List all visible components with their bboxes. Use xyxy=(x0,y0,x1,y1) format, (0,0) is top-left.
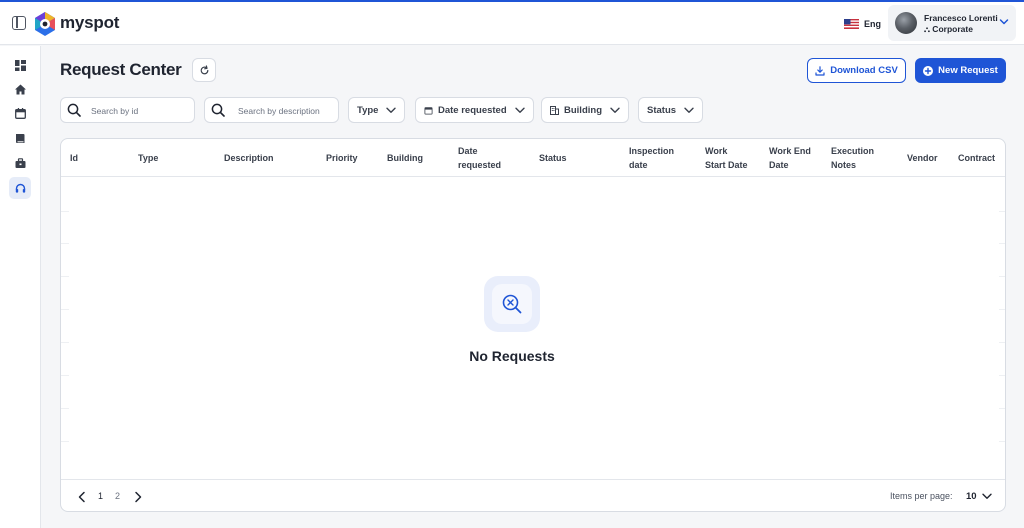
page-number-1[interactable]: 1 xyxy=(98,491,103,501)
search-icon xyxy=(67,103,81,117)
search-id-input[interactable] xyxy=(91,104,191,118)
column-header-work-end-date[interactable]: Work End Date xyxy=(769,144,811,172)
chevron-right-icon[interactable] xyxy=(133,491,143,503)
refresh-icon xyxy=(200,64,208,74)
myspot-logo-icon xyxy=(35,12,55,36)
page-number-2[interactable]: 2 xyxy=(115,491,120,501)
brand-name: myspot xyxy=(60,13,120,32)
column-header-status[interactable]: Status xyxy=(539,151,567,165)
items-per-page-label: Items per page: xyxy=(890,491,953,501)
empty-state-icon xyxy=(484,276,540,332)
download-csv-label: Download CSV xyxy=(830,65,898,76)
building-filter[interactable]: Building xyxy=(541,97,629,123)
column-header-building[interactable]: Building xyxy=(387,151,423,165)
book-icon xyxy=(15,133,24,143)
type-filter[interactable]: Type xyxy=(348,97,406,123)
status-filter[interactable]: Status xyxy=(638,97,704,123)
home-icon xyxy=(14,84,26,94)
user-menu[interactable]: Francesco Lorenti ⛬ Corporate xyxy=(888,5,1016,41)
chevron-down-icon xyxy=(999,19,1009,25)
empty-state-message: No Requests xyxy=(469,348,555,364)
chevron-down-icon xyxy=(684,107,694,113)
building-icon xyxy=(550,105,559,115)
language-selector[interactable]: Eng xyxy=(844,17,881,31)
column-header-vendor[interactable]: Vendor xyxy=(907,151,938,165)
search-description-input[interactable] xyxy=(238,104,338,118)
search-icon xyxy=(211,103,225,117)
sidebar-item-book[interactable] xyxy=(9,127,31,149)
language-label: Eng xyxy=(864,19,881,29)
requests-table: Id Type Description Priority Building Da… xyxy=(60,138,1006,512)
type-filter-label: Type xyxy=(357,104,379,116)
chevron-down-icon xyxy=(386,107,397,113)
download-csv-button[interactable]: Download CSV xyxy=(807,58,906,83)
status-filter-label: Status xyxy=(647,104,677,116)
sidebar xyxy=(0,46,41,528)
refresh-button[interactable] xyxy=(192,58,216,82)
user-name: Francesco Lorenti xyxy=(924,13,998,23)
column-header-priority[interactable]: Priority xyxy=(326,151,358,165)
search-x-icon xyxy=(502,294,522,314)
calendar-icon xyxy=(424,106,433,114)
dashboard-icon xyxy=(14,59,26,71)
column-header-contract[interactable]: Contract xyxy=(958,151,995,165)
items-per-page-select[interactable]: 10 xyxy=(966,491,977,502)
sidebar-item-dashboard[interactable] xyxy=(9,54,31,76)
table-header: Id Type Description Priority Building Da… xyxy=(61,139,1005,177)
building-filter-label: Building xyxy=(564,104,602,116)
column-header-id[interactable]: Id xyxy=(70,151,78,165)
us-flag-icon xyxy=(844,19,859,29)
user-organization: ⛬ Corporate xyxy=(924,24,973,34)
sidebar-item-support[interactable] xyxy=(9,177,31,199)
column-header-description[interactable]: Description xyxy=(224,151,274,165)
sidebar-toggle-icon[interactable] xyxy=(12,16,26,30)
chevron-down-icon[interactable] xyxy=(982,493,992,500)
column-header-execution-notes[interactable]: Execution Notes xyxy=(831,144,874,172)
column-header-inspection-date[interactable]: Inspection date xyxy=(629,144,674,172)
chevron-left-icon[interactable] xyxy=(77,491,87,503)
download-icon xyxy=(815,65,825,76)
new-request-label: New Request xyxy=(938,65,998,76)
chevron-down-icon xyxy=(610,107,620,113)
plus-circle-icon xyxy=(923,65,934,76)
toolbox-icon xyxy=(15,157,25,168)
top-bar: myspot Eng Francesco Lorenti ⛬ Corporate xyxy=(0,2,1024,45)
column-header-type[interactable]: Type xyxy=(138,151,158,165)
sidebar-item-toolbox[interactable] xyxy=(9,152,31,174)
headset-icon xyxy=(15,183,25,193)
date-requested-filter-label: Date requested xyxy=(438,104,507,116)
search-id-field[interactable] xyxy=(60,97,195,123)
page-title: Request Center xyxy=(60,60,182,79)
chevron-down-icon xyxy=(514,107,525,113)
column-header-date-requested[interactable]: Date requested xyxy=(458,144,501,172)
new-request-button[interactable]: New Request xyxy=(915,58,1006,83)
calendar-icon xyxy=(14,107,26,119)
sidebar-item-calendar[interactable] xyxy=(9,102,31,124)
sidebar-item-home[interactable] xyxy=(9,78,31,100)
avatar xyxy=(895,12,917,34)
column-header-work-start-date[interactable]: Work Start Date xyxy=(705,144,748,172)
table-footer: 1 2 Items per page: 10 xyxy=(61,479,1005,511)
date-requested-filter[interactable]: Date requested xyxy=(415,97,534,123)
search-description-field[interactable] xyxy=(204,97,339,123)
